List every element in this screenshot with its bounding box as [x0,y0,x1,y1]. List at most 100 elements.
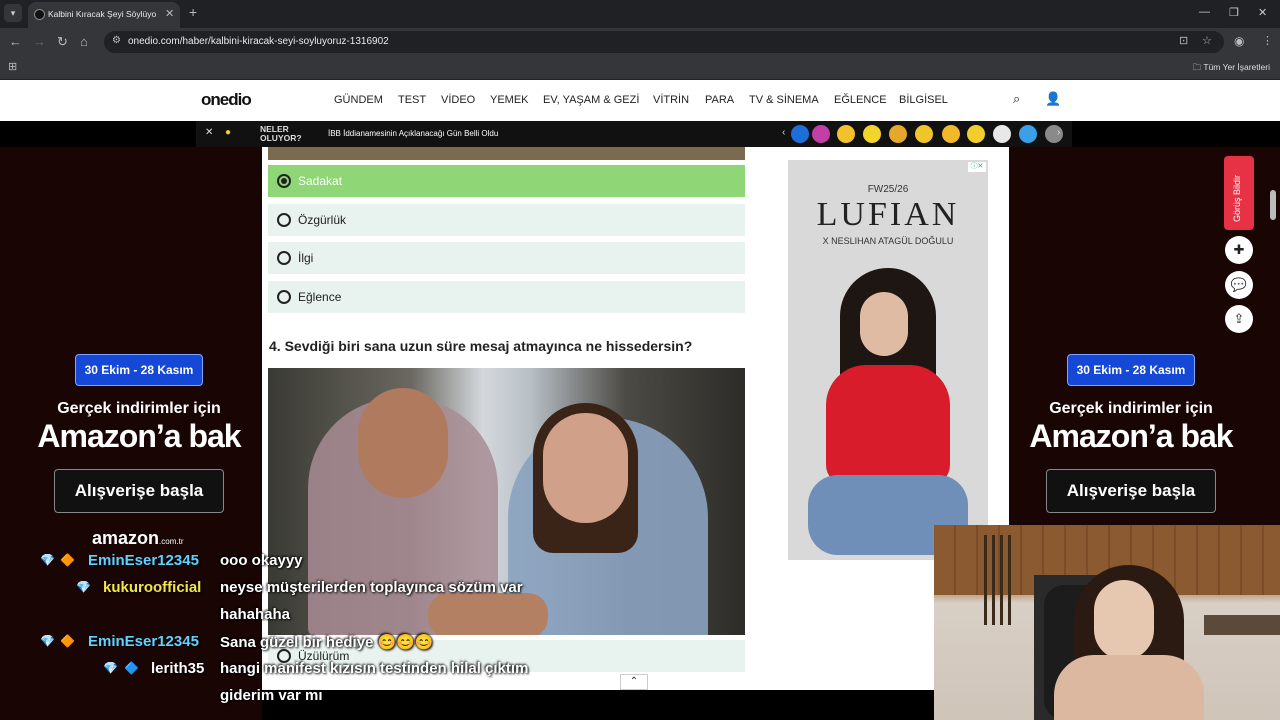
minimize-icon[interactable]: — [1199,6,1210,18]
reaction-badge-icon[interactable] [889,125,907,143]
quiz-option-label: Eğlence [298,290,342,304]
nav-video[interactable]: VİDEO [441,94,475,106]
promo-shop-button[interactable]: Alışverişe başla [54,469,224,513]
neler-oluyor-label: NELER OLUYOR? [260,125,302,143]
chevron-left-icon[interactable]: ‹ [782,127,785,138]
reaction-badge-icon[interactable] [942,125,960,143]
bookmark-star-icon[interactable]: ☆ [1202,34,1212,47]
nav-yemek[interactable]: YEMEK [490,94,529,106]
share-icon[interactable]: ⇪ [1225,305,1253,333]
chat-badge-icon: 💎 [103,661,118,675]
chat-message: Sana güzel bir hediye 😊😊😊 [220,634,434,651]
user-icon[interactable]: 👤 [1045,91,1061,107]
quiz-option-label: İlgi [298,251,314,265]
bottom-strip [262,690,934,720]
browser-tab[interactable]: Kalbini Kıracak Şeyi Söylüyoruz! ✕ [28,2,180,28]
chat-badge-icon: 🔷 [124,661,139,675]
lufian-ad[interactable]: ⓘ✕ FW25/26 LUFIAN X NESLIHAN ATAGÜL DOĞU… [788,160,988,560]
chat-message: hangi manifest kızısın testinden hilal ç… [220,660,529,677]
webcam-windchime [984,535,1014,625]
install-app-icon[interactable]: ⊡ [1179,34,1188,47]
image-figure [543,413,628,523]
tab-close-icon[interactable]: ✕ [165,7,174,20]
chat-username: EminEser12345 [88,633,199,650]
quiz-option-sadakat[interactable]: Sadakat [268,165,745,197]
reaction-badge-icon[interactable] [837,125,855,143]
site-favicon-icon [34,9,45,20]
amazon-logo-text: amazon [92,528,160,548]
feedback-button[interactable]: Görüş Bildir [1224,156,1254,230]
chevron-right-icon[interactable]: › [1057,127,1060,138]
site-logo[interactable]: onedio [201,90,252,110]
url-text: onedio.com/haber/kalbini-kiracak-seyi-so… [128,36,389,47]
promo-line1: Gerçek indirimler için [57,400,221,417]
bookmark-add-icon[interactable]: ✚ [1225,236,1253,264]
close-window-icon[interactable]: ✕ [1258,6,1267,19]
new-tab-icon[interactable]: + [189,4,197,20]
site-info-icon[interactable]: ⚙ [112,35,121,46]
reaction-badge-icon[interactable] [812,125,830,143]
promo-line2: Amazon’a bak [37,418,241,454]
quiz-option-ilgi[interactable]: İlgi [268,242,745,274]
chevron-up-icon[interactable]: ⌃ [620,674,648,690]
quiz-option-ozgurluk[interactable]: Özgürlük [268,204,745,236]
reaction-badge-icon[interactable] [791,125,809,143]
reload-icon[interactable]: ↻ [57,34,68,50]
chat-username: EminEser12345 [88,552,199,569]
back-icon[interactable]: ← [9,34,22,49]
search-icon[interactable]: ⌕ [1013,91,1020,107]
streamer-webcam [934,525,1280,720]
feedback-label: Görüş Bildir [1232,174,1242,222]
chat-badge-icon: 💎 [40,553,55,567]
radio-selected-icon [277,174,291,188]
adchoices-icon[interactable]: ⓘ✕ [968,162,986,172]
ticker-headline[interactable]: İBB İddianamesinin Açıklanacağı Gün Bell… [328,129,498,138]
webcam-person-body [1054,655,1204,720]
all-bookmarks-label: Tüm Yer İşaretleri [1203,62,1270,72]
reaction-badge-icon[interactable] [993,125,1011,143]
chat-badge-icon: 🔶 [60,634,75,648]
ad-season: FW25/26 [867,184,909,195]
bookmarks-bar: ⊞ 🗀 Tüm Yer İşaretleri [0,56,1280,80]
nav-para[interactable]: PARA [705,94,734,106]
chat-message: hahahaha [220,606,291,623]
nav-vitrin[interactable]: VİTRİN [653,94,689,106]
site-header: onedio GÜNDEM TEST VİDEO YEMEK EV, YAŞAM… [0,80,1280,121]
forward-icon[interactable]: → [33,34,46,49]
all-bookmarks-button[interactable]: 🗀 Tüm Yer İşaretleri [1193,62,1270,76]
tab-search-dropdown-icon[interactable]: ▾ [4,4,22,22]
nav-eglence[interactable]: EĞLENCE [834,94,887,106]
nav-tv-sinema[interactable]: TV & SİNEMA [749,94,819,106]
nav-test[interactable]: TEST [398,94,426,106]
menu-kebab-icon[interactable]: ⋮ [1262,34,1273,47]
nav-ev-yasam-gezi[interactable]: EV, YAŞAM & GEZİ [543,94,639,106]
chat-message: ooo okayyy [220,552,303,569]
image-figure [428,593,548,635]
chat-username: kukuroofficial [103,579,202,596]
profile-avatar-icon[interactable]: ◉ [1234,34,1244,48]
nav-bilgisel[interactable]: BİLGİSEL [899,94,948,106]
omnibox[interactable]: ⚙ onedio.com/haber/kalbini-kiracak-seyi-… [104,31,1224,53]
webcam-shelf [1204,615,1280,635]
quiz-option-label: Özgürlük [298,213,347,227]
apps-grid-icon[interactable]: ⊞ [8,60,17,73]
reaction-badge-icon[interactable] [967,125,985,143]
shuffle-icon[interactable]: ✕ [205,127,213,138]
page-scrollbar[interactable] [1270,190,1276,220]
nav-gundem[interactable]: GÜNDEM [334,94,383,106]
quiz-option-label: Sadakat [298,174,343,188]
reaction-badge-icon[interactable] [863,125,881,143]
comments-icon[interactable]: 💬 [1225,271,1253,299]
promo-line1: Gerçek indirimler için [1049,400,1213,417]
webcam-person-face [1094,580,1154,660]
tab-title: Kalbini Kıracak Şeyi Söylüyoruz! [48,9,156,19]
news-icon[interactable]: ● [225,127,231,138]
quiz-option-eglence[interactable]: Eğlence [268,281,745,313]
chat-message: neyse müşterilerden toplayınca sözüm var [220,579,523,596]
promo-shop-button[interactable]: Alışverişe başla [1046,469,1216,513]
reaction-badge-icon[interactable] [915,125,933,143]
news-ticker-bar: ✕ ● NELER OLUYOR? İBB İddianamesinin Açık… [196,121,1072,147]
reaction-badge-icon[interactable] [1019,125,1037,143]
restore-icon[interactable]: ❐ [1229,6,1239,19]
home-icon[interactable]: ⌂ [80,34,88,49]
